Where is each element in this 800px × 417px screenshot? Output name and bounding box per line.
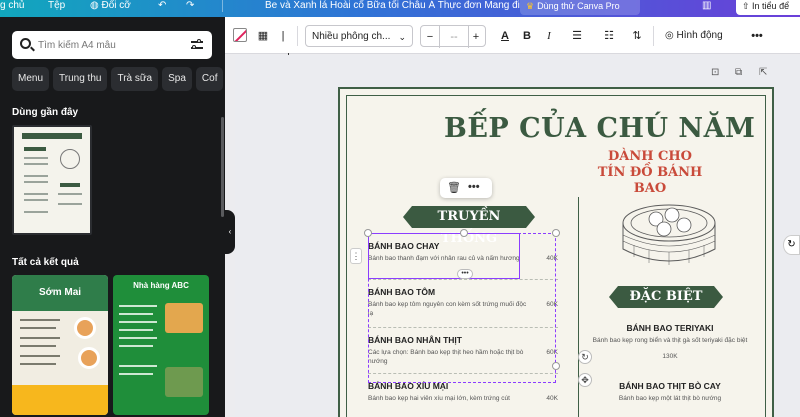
resize-handle[interactable] <box>460 229 468 237</box>
font-size-stepper[interactable]: − -- + <box>420 25 486 48</box>
search-input[interactable] <box>38 37 188 53</box>
line-spacing-icon[interactable]: ⇅ <box>629 25 645 47</box>
share-button[interactable]: ⇧ In tiểu để <box>736 0 800 15</box>
increase-size-button[interactable]: + <box>467 26 485 48</box>
resize-handle[interactable] <box>552 362 560 370</box>
undo-button[interactable]: ↶ <box>158 0 166 12</box>
list-icon[interactable]: ☷ <box>601 25 617 47</box>
item-description: Bánh bao kẹp hai viên xíu mại lớn, kèm t… <box>368 395 510 402</box>
section-banner-traditional[interactable]: TRUYỀN THỐNG <box>403 206 535 246</box>
resize-button[interactable]: ◍ Đổi cỡ <box>90 0 131 12</box>
special-item[interactable]: BÁNH BAO TERIYAKI Bánh bao kẹp rong biển… <box>590 323 750 360</box>
toolbar-divider <box>653 26 654 46</box>
mini-more-button[interactable]: ••• <box>457 269 473 279</box>
rotate-icon[interactable]: ↻ <box>578 350 592 364</box>
chip-trung-thu[interactable]: Trung thu <box>53 67 108 91</box>
floating-context-toolbar: 🗑 ••• <box>440 178 492 198</box>
animate-icon: ◎ <box>665 30 677 41</box>
menu-title[interactable]: BẾP CỦA CHÚ NĂM <box>444 113 755 144</box>
chip-menu[interactable]: Menu <box>12 67 50 91</box>
chevron-down-icon: ⌄ <box>398 32 406 42</box>
template-card-som-mai[interactable]: Sớm Mai <box>12 275 108 415</box>
delete-icon[interactable]: 🗑 <box>447 181 461 194</box>
chip-tra-sua[interactable]: Trà sữa <box>111 67 159 91</box>
try-pro-button[interactable]: ♛ Dùng thử Canva Pro <box>520 0 640 15</box>
recent-heading: Dùng gần đây <box>12 107 79 118</box>
section-banner-special[interactable]: ĐẶC BIỆT <box>609 286 723 308</box>
toolbar-divider <box>297 26 298 46</box>
align-left-icon[interactable]: ☰ <box>569 25 585 47</box>
item-price: 40K <box>546 395 558 402</box>
bold-button[interactable]: B <box>519 25 535 47</box>
template-search[interactable] <box>12 31 212 59</box>
selected-text-box[interactable] <box>368 233 520 279</box>
item-description: Bánh bao kẹp rong biển và thịt gà sốt te… <box>592 337 748 344</box>
font-family-dropdown[interactable]: Nhiều phông ch... ⌄ <box>305 25 413 47</box>
filter-icon[interactable] <box>191 39 203 51</box>
resize-handle[interactable] <box>364 229 372 237</box>
panel-scrollbar[interactable] <box>221 117 224 217</box>
text-color-button[interactable]: A <box>497 25 513 47</box>
top-bar: g chủ Tệp ◍ Đổi cỡ ↶ ↷ Be và Xanh lá Hoà… <box>0 0 800 17</box>
home-link[interactable]: g chủ <box>0 0 24 12</box>
results-heading: Tất cả kết quả <box>12 257 79 268</box>
share-icon: ⇧ <box>742 1 753 11</box>
collapse-panel-button[interactable]: ‹ <box>225 210 235 254</box>
templates-panel: MenuTrung thuTrà sữaSpaCof Dùng gần đây … <box>0 17 225 417</box>
redo-button[interactable]: ↷ <box>186 0 194 12</box>
more-icon[interactable]: ••• <box>468 181 480 193</box>
menu-item[interactable]: BÁNH BAO XÍU MẠI Bánh bao kẹp hai viên x… <box>368 381 558 403</box>
editor-toolbar: ▦ |↔| Nhiều phông ch... ⌄ − -- + A B I ☰… <box>225 17 800 64</box>
category-chips: Menu Trung thu Trà sữa Spa Cof <box>12 67 225 91</box>
item-name: BÁNH BAO THỊT BÒ CAY <box>619 381 721 391</box>
spacing-icon[interactable]: |↔| <box>275 25 291 64</box>
card-title: Sớm Mai <box>12 275 108 311</box>
resize-handle[interactable] <box>552 229 560 237</box>
chip-coffee[interactable]: Cof <box>195 67 224 91</box>
canvas-area: ⊡ ⧉ ⇱ BẾP CỦA CHÚ NĂM DÀNH CHO TÍN ĐỒ BÁ… <box>235 55 800 417</box>
menu-subtitle[interactable]: DÀNH CHO TÍN ĐỒ BÁNH BAO <box>594 149 706 197</box>
drag-handle-icon[interactable]: ⋮ <box>350 248 362 264</box>
lock-icon[interactable]: ⊡ <box>711 67 719 78</box>
resize-icon: ◍ <box>90 0 102 11</box>
template-card-nha-hang-abc[interactable]: Nhà hàng ABC <box>113 275 209 415</box>
file-menu[interactable]: Tệp <box>48 0 65 12</box>
animate-button[interactable]: ◎ Hình động <box>665 25 735 47</box>
decrease-size-button[interactable]: − <box>421 26 439 48</box>
search-icon <box>20 38 31 49</box>
recent-template-thumbnail[interactable] <box>12 125 92 235</box>
item-description: Bánh bao kẹp một lát thịt bò nướng <box>618 395 722 402</box>
item-price: 130K <box>662 353 678 360</box>
table-icon[interactable]: ▦ <box>255 25 271 47</box>
duplicate-page-icon[interactable]: ⧉ <box>735 67 742 78</box>
refresh-icon[interactable]: ↻ <box>783 235 800 255</box>
steamer-basket-illustration <box>622 204 716 265</box>
document-title[interactable]: Be và Xanh lá Hoài cổ Bữa tối Châu Á Thự… <box>265 0 520 12</box>
move-icon[interactable]: ✥ <box>578 373 592 387</box>
no-color-icon[interactable] <box>233 28 247 42</box>
add-page-icon[interactable]: ⇱ <box>759 67 767 78</box>
topbar-divider <box>222 0 223 12</box>
card-title: Nhà hàng ABC <box>133 281 189 290</box>
crown-icon: ♛ <box>526 1 535 11</box>
font-size-value[interactable]: -- <box>439 26 469 48</box>
item-name: BÁNH BAO TERIYAKI <box>626 323 714 333</box>
more-options-button[interactable]: ••• <box>747 25 767 47</box>
chip-spa[interactable]: Spa <box>162 67 192 91</box>
analytics-icon[interactable]: ▥ <box>702 0 711 12</box>
special-item[interactable]: BÁNH BAO THỊT BÒ CAY Bánh bao kẹp một lá… <box>590 381 750 403</box>
italic-button[interactable]: I <box>541 25 557 47</box>
